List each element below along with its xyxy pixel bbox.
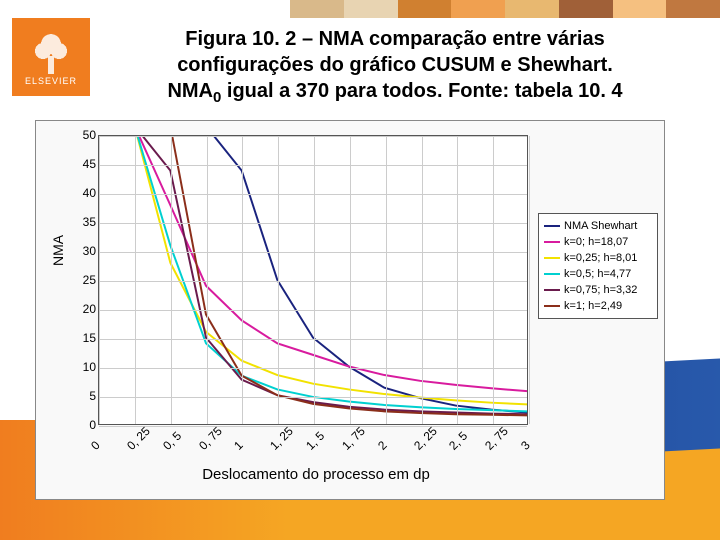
series-line — [99, 136, 527, 391]
elsevier-logo: ELSEVIER — [12, 18, 90, 96]
x-tick-label: 1, 25 — [267, 424, 296, 453]
x-tick-label: 2 — [375, 438, 390, 453]
series-line — [99, 136, 527, 404]
legend-swatch — [544, 305, 560, 308]
logo-text: ELSEVIER — [25, 76, 77, 86]
y-tick-label: 15 — [74, 331, 96, 345]
legend-item: k=0,5; h=4,77 — [543, 266, 653, 282]
legend-label: k=1; h=2,49 — [564, 300, 622, 312]
y-tick-label: 50 — [74, 128, 96, 142]
x-tick-label: 2, 25 — [411, 424, 440, 453]
y-tick-label: 35 — [74, 215, 96, 229]
title-line-3b: igual a 370 para todos. Fonte: tabela 10… — [221, 80, 622, 102]
y-tick-label: 45 — [74, 157, 96, 171]
title-line-2: configurações do gráfico CUSUM e Shewhar… — [177, 54, 613, 76]
legend-swatch — [544, 241, 560, 244]
title-line-3a: NMA — [167, 80, 213, 102]
legend-swatch — [544, 289, 560, 292]
logo-tree-icon — [31, 28, 71, 74]
series-line — [99, 136, 527, 414]
legend-item: k=0,75; h=3,32 — [543, 282, 653, 298]
y-tick-label: 30 — [74, 244, 96, 258]
y-tick-label: 10 — [74, 360, 96, 374]
chart-container: NMA Deslocamento do processo em dp NMA S… — [35, 120, 665, 500]
legend-item: k=1; h=2,49 — [543, 298, 653, 314]
y-tick-label: 25 — [74, 273, 96, 287]
x-tick-label: 0, 25 — [124, 424, 153, 453]
legend-label: k=0; h=18,07 — [564, 236, 628, 248]
top-color-strip — [290, 0, 720, 18]
title-line-1: Figura 10. 2 – NMA comparação entre vári… — [185, 28, 604, 50]
slide-title: Figura 10. 2 – NMA comparação entre vári… — [90, 26, 700, 108]
legend-swatch — [544, 225, 560, 228]
x-tick-label: 0, 5 — [160, 429, 184, 453]
legend-item: NMA Shewhart — [543, 218, 653, 234]
series-line — [99, 136, 527, 415]
y-axis-label: NMA — [50, 235, 66, 266]
legend-swatch — [544, 273, 560, 276]
legend-label: k=0,75; h=3,32 — [564, 284, 637, 296]
chart-legend: NMA Shewhart k=0; h=18,07 k=0,25; h=8,01 k=… — [538, 213, 658, 319]
x-tick-label: 0 — [88, 438, 103, 453]
plot-area — [98, 135, 528, 425]
x-tick-label: 2, 75 — [482, 424, 511, 453]
x-tick-label: 2, 5 — [446, 429, 470, 453]
series-line — [99, 136, 527, 411]
series-line — [99, 136, 527, 412]
y-tick-label: 20 — [74, 302, 96, 316]
x-tick-label: 0, 75 — [196, 424, 225, 453]
chart-lines-svg — [99, 136, 527, 424]
y-tick-label: 0 — [74, 418, 96, 432]
y-tick-label: 40 — [74, 186, 96, 200]
x-tick-label: 1, 75 — [339, 424, 368, 453]
legend-swatch — [544, 257, 560, 260]
y-tick-label: 5 — [74, 389, 96, 403]
x-tick-label: 1 — [231, 438, 246, 453]
legend-label: NMA Shewhart — [564, 220, 637, 232]
x-tick-label: 3 — [518, 438, 533, 453]
legend-label: k=0,5; h=4,77 — [564, 268, 631, 280]
x-axis-label: Deslocamento do processo em dp — [36, 466, 596, 483]
legend-label: k=0,25; h=8,01 — [564, 252, 637, 264]
legend-item: k=0; h=18,07 — [543, 234, 653, 250]
x-tick-label: 1, 5 — [303, 429, 327, 453]
legend-item: k=0,25; h=8,01 — [543, 250, 653, 266]
